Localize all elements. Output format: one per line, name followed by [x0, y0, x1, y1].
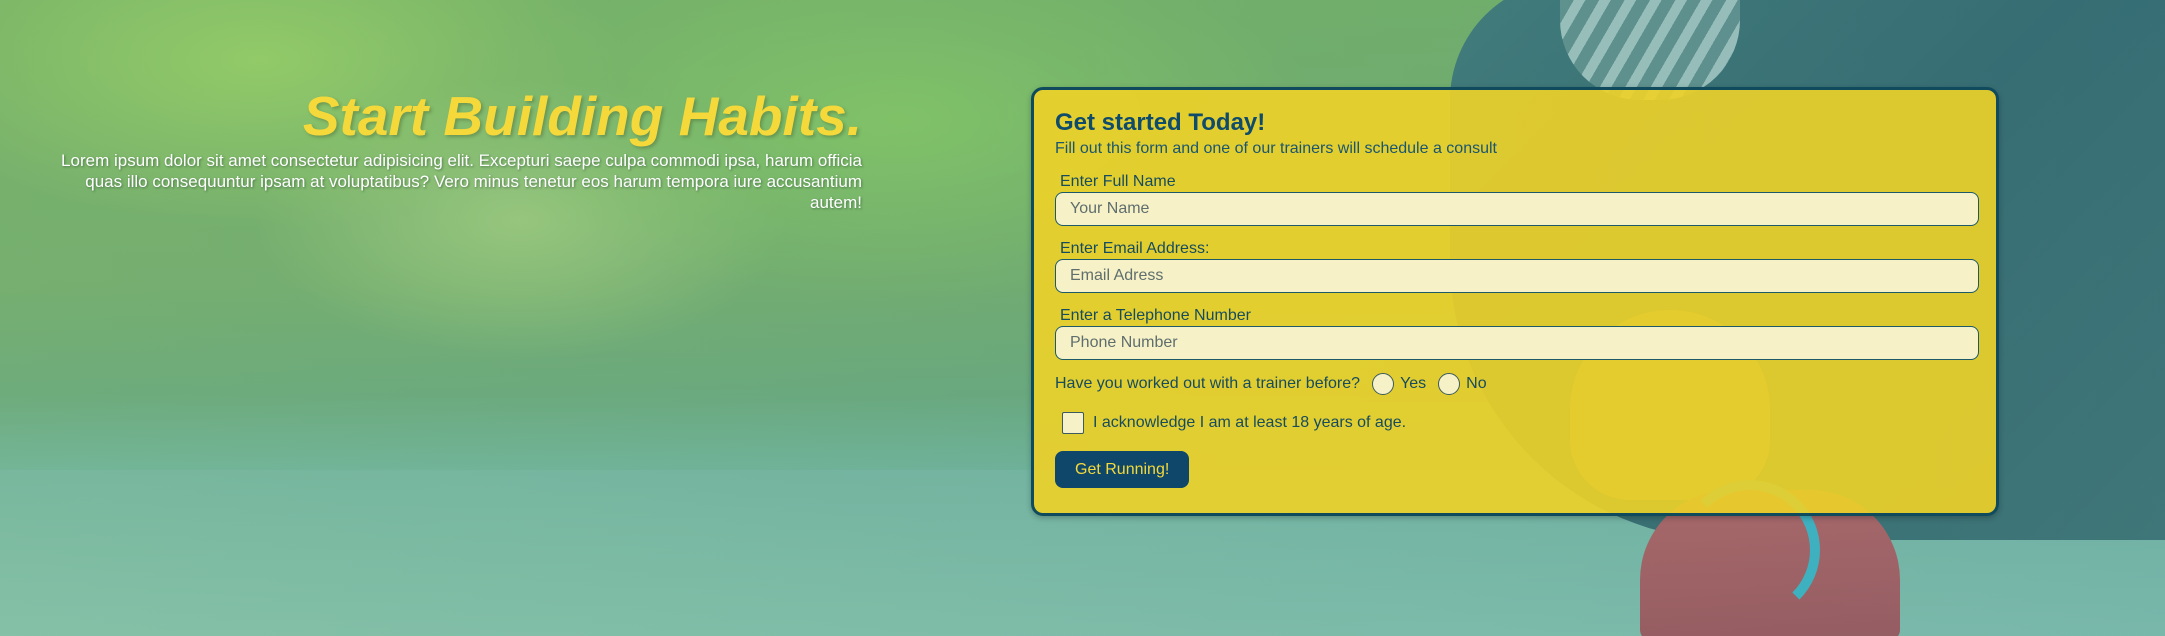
full-name-field-group: Enter Full Name	[1055, 173, 1979, 226]
yes-radio-button[interactable]	[1372, 373, 1395, 395]
trainer-question-row: Have you worked out with a trainer befor…	[1055, 372, 1976, 396]
phone-label: Enter a Telephone Number	[1060, 307, 1251, 324]
get-running-button[interactable]: Get Running!	[1055, 451, 1190, 488]
radio-option-no[interactable]: No	[1426, 373, 1487, 395]
full-name-label: Enter Full Name	[1060, 173, 1176, 190]
intro-block: Start Building Habits. Lorem ipsum dolor…	[55, 84, 862, 213]
hero-section: Start Building Habits. Lorem ipsum dolor…	[0, 0, 2165, 636]
hero-description: Lorem ipsum dolor sit amet consectetur a…	[61, 151, 862, 212]
age-acknowledge-label[interactable]: I acknowledge I am at least 18 years of …	[1093, 414, 1406, 432]
full-name-input[interactable]	[1055, 192, 1979, 226]
no-radio-label[interactable]: No	[1466, 375, 1486, 393]
email-input[interactable]	[1055, 259, 1979, 293]
yes-radio-label[interactable]: Yes	[1400, 375, 1426, 393]
email-field-group: Enter Email Address:	[1055, 240, 1979, 293]
no-radio-button[interactable]	[1438, 373, 1461, 395]
phone-field-group: Enter a Telephone Number	[1055, 307, 1979, 360]
phone-input[interactable]	[1055, 326, 1979, 360]
trainer-question-label: Have you worked out with a trainer befor…	[1055, 375, 1361, 392]
email-label: Enter Email Address:	[1060, 240, 1210, 257]
form-title: Get started Today!	[1055, 109, 1266, 136]
age-acknowledge-checkbox[interactable]	[1062, 412, 1084, 434]
hero-headline: Start Building Habits.	[302, 85, 862, 147]
form-subtitle: Fill out this form and one of our traine…	[1055, 140, 1497, 157]
age-acknowledge-row: I acknowledge I am at least 18 years of …	[1055, 412, 1976, 434]
signup-form-card: Get started Today! Fill out this form an…	[1031, 87, 1999, 516]
radio-option-yes[interactable]: Yes	[1360, 373, 1426, 395]
